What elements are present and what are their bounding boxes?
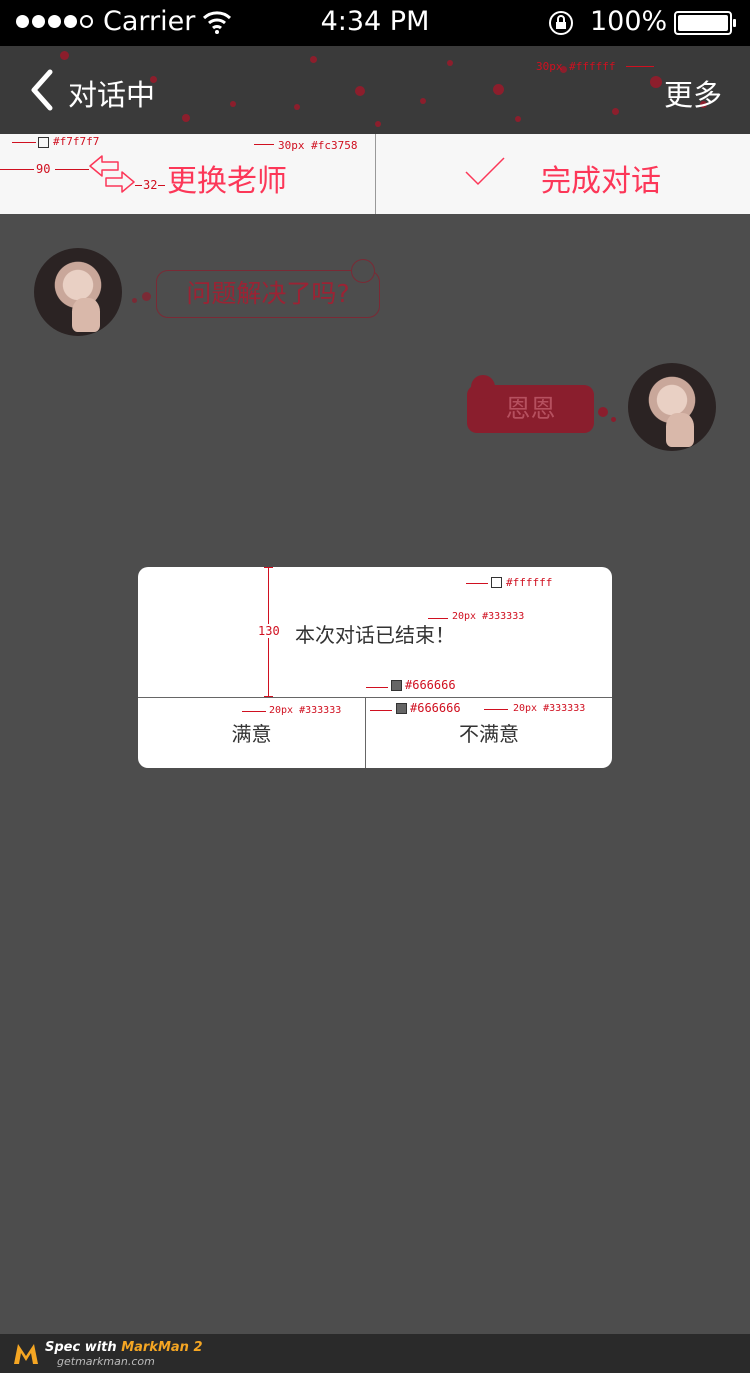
footer-brand: Spec with MarkMan 2 (45, 1340, 203, 1355)
swap-arrows-icon (89, 155, 135, 193)
annotation-action-font: 30px #fc3758 (278, 139, 358, 152)
markman-logo-icon (14, 1344, 38, 1364)
annotation-swatch (391, 680, 402, 691)
annotation-swatch (396, 703, 407, 714)
annotation-nav-more-spec: 30px #ffffff (536, 60, 616, 73)
status-bar: Carrier 4:34 PM 100% (0, 0, 750, 46)
annotation-dim-90: 90 (36, 162, 51, 176)
more-button[interactable]: 更多 (664, 72, 722, 114)
annotation-line-color-2: #666666 (410, 701, 461, 715)
annotation-swatch (491, 577, 502, 588)
finish-dialog-button[interactable]: 完成对话 (376, 134, 750, 214)
change-teacher-label: 更换老师 (167, 164, 287, 199)
user-avatar[interactable] (628, 363, 716, 451)
footer-site: getmarkman.com (57, 1355, 155, 1368)
incoming-message-text: 问题解决了吗? (186, 279, 350, 308)
battery-percentage: 100% (590, 6, 668, 37)
annotation-btn-right: 20px #333333 (513, 703, 586, 714)
annotation-swatch (38, 137, 49, 148)
annotation-dim-130: 130 (258, 624, 280, 638)
teacher-avatar[interactable] (34, 248, 122, 336)
back-chevron-icon[interactable] (28, 68, 58, 112)
rotation-lock-icon (549, 11, 573, 35)
annotation-dialog-bg: #ffffff (506, 576, 553, 589)
conversation-ended-dialog: 本次对话已结束！ 满意 不满意 130 #ffffff 20px #333333… (138, 567, 612, 768)
annotation-action-bg: #f7f7f7 (53, 135, 100, 148)
action-bar: 更换老师 完成对话 #f7f7f7 30px #fc3758 90 32 (0, 134, 750, 214)
checkmark-icon (465, 157, 505, 186)
outgoing-message-text: 恩恩 (505, 394, 556, 423)
annotation-btn-left: 20px #333333 (269, 705, 342, 716)
incoming-message-bubble: 问题解决了吗? (156, 259, 380, 318)
annotation-dim-32: 32 (143, 178, 158, 192)
annotation-dialog-msg: 20px #333333 (452, 611, 525, 622)
page-title: 对话中 (68, 78, 156, 112)
navigation-bar: 对话中 更多 30px #ffffff (0, 46, 750, 134)
markman-footer: Spec with MarkMan 2 getmarkman.com (0, 1334, 750, 1373)
annotation-line-color-1: #666666 (405, 678, 456, 692)
dialog-message: 本次对话已结束！ (295, 623, 455, 647)
battery-icon (674, 11, 736, 35)
finish-dialog-label: 完成对话 (541, 164, 661, 199)
outgoing-message-bubble: 恩恩 (467, 375, 594, 433)
